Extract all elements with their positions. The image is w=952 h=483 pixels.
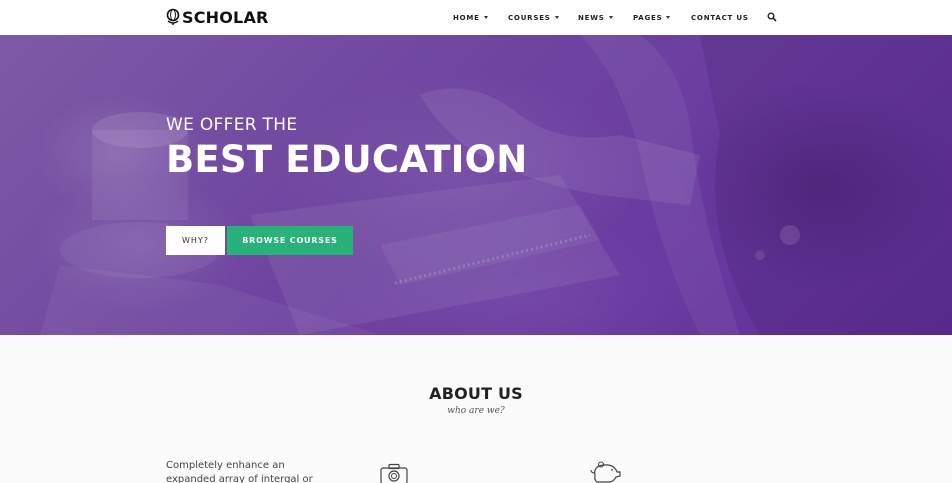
hero-banner: WE OFFER THE BEST EDUCATION WHY? BROWSE …: [0, 35, 952, 335]
globe-icon: [166, 8, 180, 25]
nav-pages[interactable]: PAGES: [633, 0, 671, 35]
nav-contact-us-label: CONTACT US: [691, 13, 749, 22]
chevron-down-icon: [608, 16, 613, 19]
logo[interactable]: SCHOLAR: [165, 7, 269, 27]
piggy-bank-icon: [590, 461, 621, 483]
chevron-down-icon: [554, 16, 559, 19]
nav-news-label: NEWS: [578, 13, 605, 22]
nav-courses-label: COURSES: [508, 13, 551, 22]
search-icon[interactable]: [767, 12, 777, 22]
about-text: Completely enhance an expanded array of …: [166, 460, 313, 483]
nav-home[interactable]: HOME: [453, 0, 488, 35]
nav-home-label: HOME: [453, 13, 480, 22]
nav-pages-label: PAGES: [633, 13, 663, 22]
site-header: SCHOLAR HOME COURSES NEWS PAGES CONTACT …: [0, 0, 952, 35]
hero-title: BEST EDUCATION: [166, 138, 528, 181]
about-subtitle: who are we?: [447, 406, 505, 416]
hero-subtitle: WE OFFER THE: [166, 115, 298, 135]
nav-courses[interactable]: COURSES: [508, 0, 559, 35]
chevron-down-icon: [483, 16, 488, 19]
nav-news[interactable]: NEWS: [578, 0, 613, 35]
why-button[interactable]: WHY?: [166, 226, 225, 255]
browse-courses-button[interactable]: BROWSE COURSES: [227, 226, 353, 255]
nav-contact-us[interactable]: CONTACT US: [691, 0, 749, 35]
camera-icon: [380, 463, 408, 483]
logo-text: SCHOLAR: [182, 7, 269, 27]
about-section: ABOUT US who are we? Completely enhance …: [0, 335, 952, 483]
hero-background-image: [40, 35, 952, 335]
chevron-down-icon: [666, 16, 671, 19]
about-title: ABOUT US: [429, 384, 523, 403]
